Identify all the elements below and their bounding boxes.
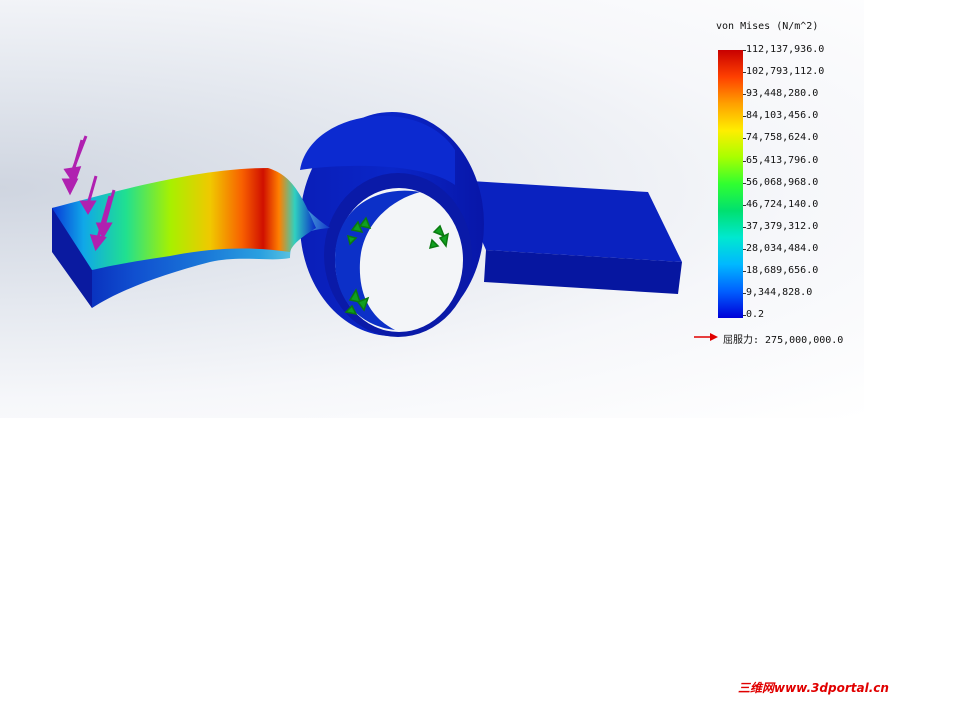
yield-strength-label: 屈服力: 275,000,000.0 — [723, 335, 844, 346]
legend-title: von Mises (N/m^2) — [716, 21, 819, 32]
simulation-viewport[interactable]: von Mises (N/m^2) 112,137,936.0 102,793,… — [0, 0, 864, 418]
legend-tick-label: 56,068,968.0 — [742, 177, 819, 188]
legend-tick-label: 37,379,312.0 — [742, 221, 819, 232]
legend-color-bar — [718, 50, 743, 318]
right-arm-top — [455, 180, 682, 262]
legend-tick-label: 74,758,624.0 — [742, 132, 819, 143]
yield-arrow-icon — [694, 333, 718, 341]
legend-tick-label: 0.2 — [742, 309, 765, 320]
watermark: 三维网www.3dportal.cn — [738, 681, 889, 695]
legend-tick-label: 84,103,456.0 — [742, 110, 819, 121]
legend-tick-label: 18,689,656.0 — [742, 265, 819, 276]
legend-tick-label: 93,448,280.0 — [742, 88, 819, 99]
legend-tick-label: 46,724,140.0 — [742, 199, 819, 210]
legend-tick-label: 112,137,936.0 — [742, 44, 825, 55]
legend-tick-label: 102,793,112.0 — [742, 66, 825, 77]
legend-tick-label: 9,344,828.0 — [742, 287, 813, 298]
legend-tick-label: 28,034,484.0 — [742, 243, 819, 254]
legend-tick-label: 65,413,796.0 — [742, 155, 819, 166]
